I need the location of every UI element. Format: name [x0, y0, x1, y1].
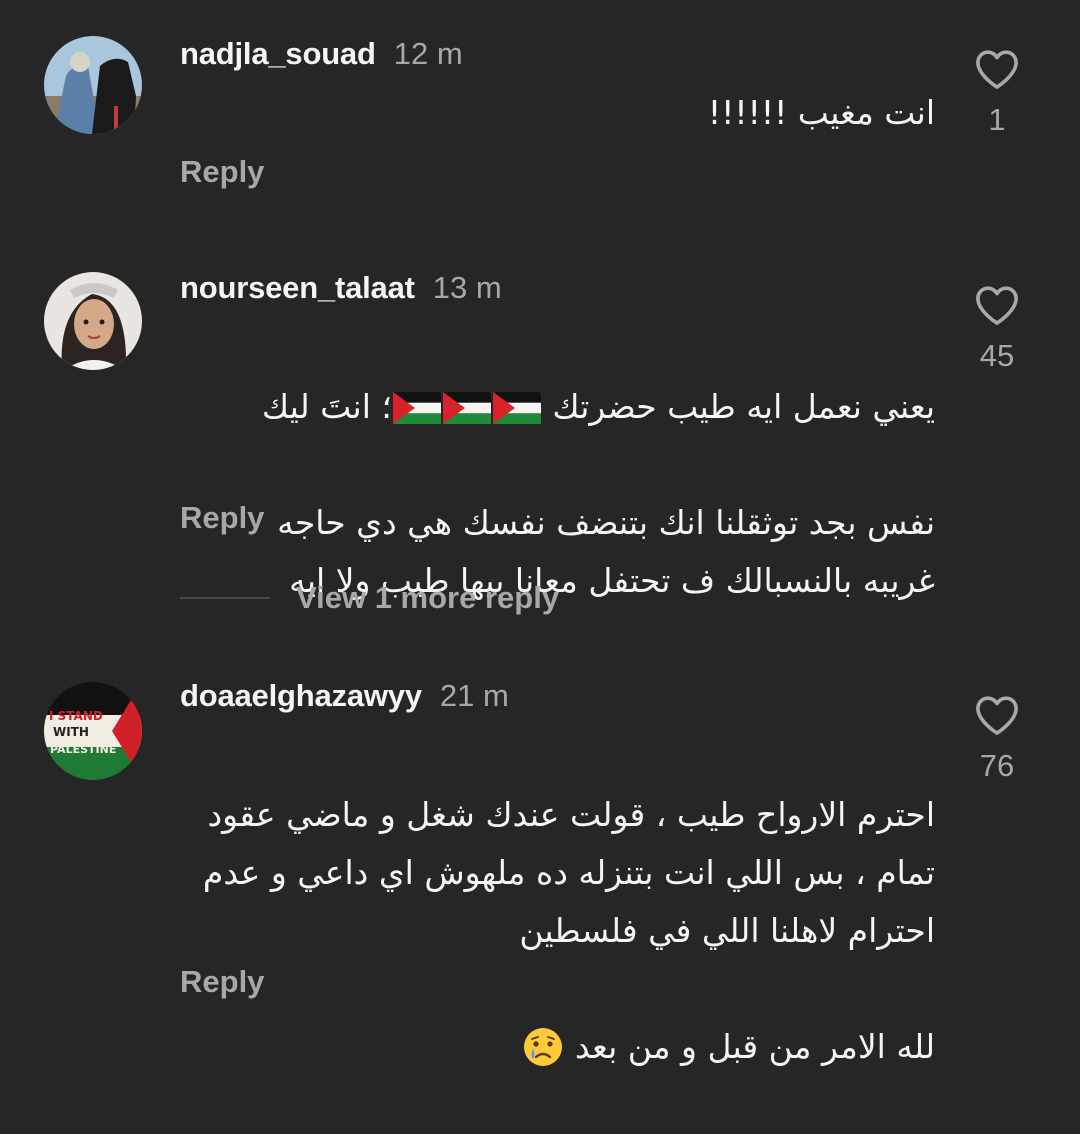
avatar-text: WITH — [53, 725, 89, 739]
comment-text: احترم الارواح طيب ، قولت عندك شغل و ماضي… — [175, 728, 935, 1134]
comment-header: nourseen_talaat 13 m — [180, 266, 502, 310]
like-group: 45 — [960, 284, 1034, 374]
like-group: 1 — [960, 48, 1034, 138]
timestamp: 21 m — [439, 678, 509, 713]
avatar[interactable] — [44, 36, 142, 134]
comment-text: انت مغيب !!!!!! — [707, 93, 935, 132]
comment-header: doaaelghazawyy 21 m — [180, 674, 509, 718]
comment-text-end: ؛ انتَ ليك — [261, 387, 392, 426]
like-group: 76 — [960, 694, 1034, 784]
comment-text-line: يعني نعمل ايه طيب حضرتك ؛ انتَ ليك — [175, 378, 935, 436]
like-count: 76 — [979, 748, 1015, 783]
comment-text-start: يعني نعمل ايه طيب حضرتك — [552, 387, 935, 426]
heart-outline-icon[interactable] — [974, 48, 1020, 90]
avatar-text: PALESTINE — [50, 743, 116, 756]
divider-line — [180, 597, 270, 599]
reply-button[interactable]: Reply — [180, 154, 264, 190]
like-count: 45 — [979, 338, 1015, 373]
comment-header: nadjla_souad 12 m — [180, 32, 463, 76]
view-more-replies-button[interactable]: View 1 more reply — [180, 576, 559, 620]
reply-button[interactable]: Reply — [180, 964, 264, 1000]
reply-button[interactable]: Reply — [180, 500, 264, 536]
avatar-text: I STAND — [49, 709, 103, 723]
username[interactable]: doaaelghazawyy — [180, 678, 422, 713]
view-more-label: View 1 more reply — [296, 580, 560, 615]
avatar[interactable] — [44, 272, 142, 370]
comment-text-line: لله الامر من قبل و من بعد — [175, 1018, 935, 1076]
username[interactable]: nourseen_talaat — [180, 270, 415, 305]
avatar[interactable]: I STAND WITH PALESTINE — [44, 682, 142, 780]
heart-outline-icon[interactable] — [974, 284, 1020, 326]
like-count: 1 — [988, 102, 1006, 137]
comment-text-last: لله الامر من قبل و من بعد — [574, 1027, 935, 1066]
comment-text-main: احترم الارواح طيب ، قولت عندك شغل و ماضي… — [202, 795, 935, 950]
crying-face-emoji — [524, 1028, 563, 1066]
heart-outline-icon[interactable] — [974, 694, 1020, 736]
palestine-flag-emoji — [392, 387, 542, 426]
username[interactable]: nadjla_souad — [180, 36, 376, 71]
timestamp: 12 m — [393, 36, 463, 71]
timestamp: 13 m — [432, 270, 502, 305]
